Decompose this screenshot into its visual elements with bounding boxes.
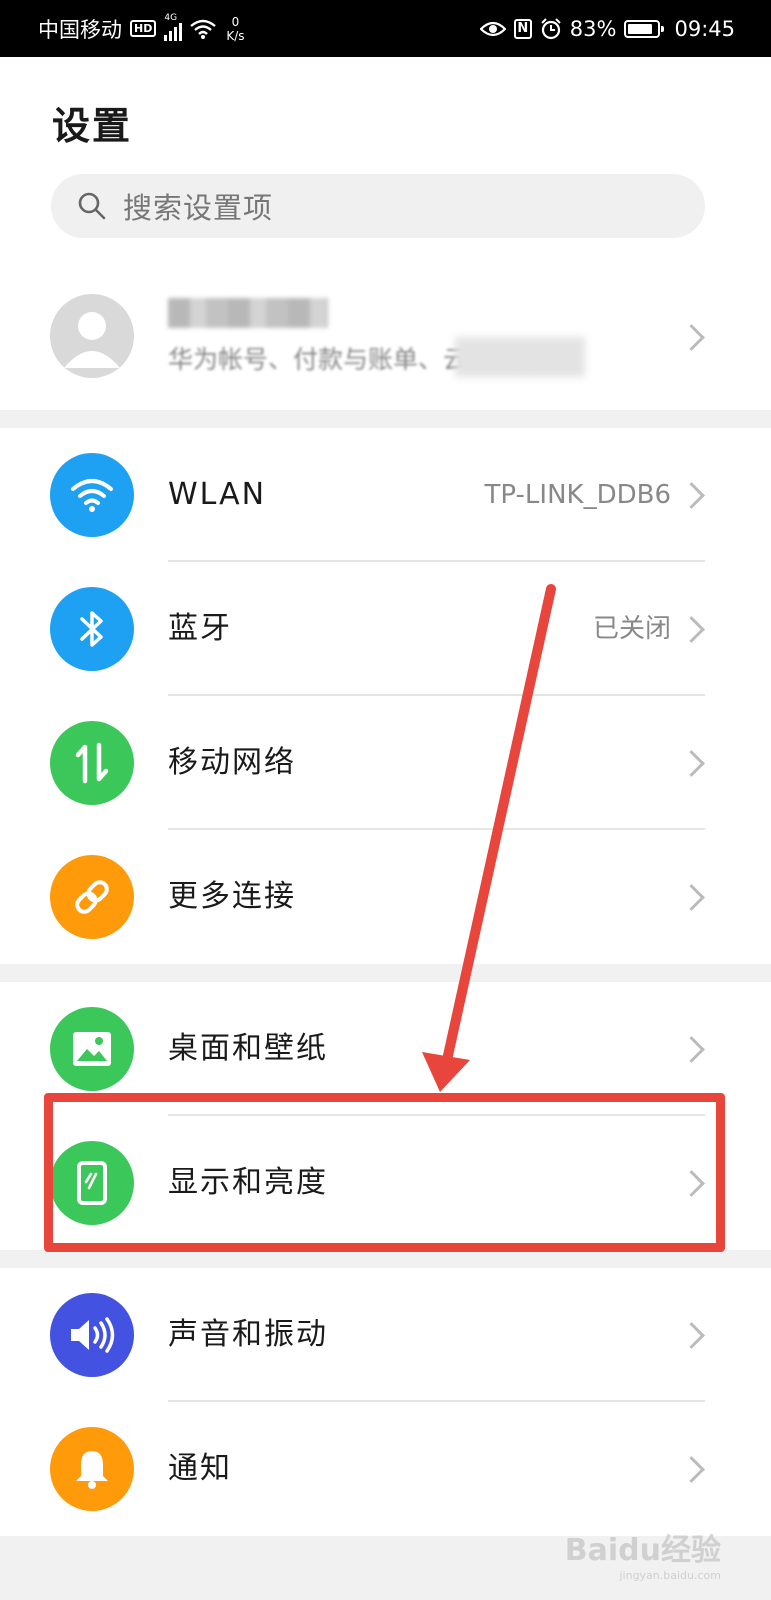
settings-item-value: TP-LINK_DDB6 <box>484 480 671 510</box>
settings-item-label: 声音和振动 <box>168 1317 328 1352</box>
user-icon <box>64 312 120 368</box>
chevron-right-icon <box>678 1456 705 1483</box>
settings-item-label: 移动网络 <box>168 745 296 780</box>
bluetooth-icon <box>50 587 134 671</box>
chevron-right-icon <box>678 750 705 777</box>
settings-group-display: 桌面和壁纸 显示和亮度 <box>0 982 771 1250</box>
battery-percent: 83% <box>569 16 617 41</box>
network-type: 4G <box>164 12 178 23</box>
settings-group-sound-notify: 声音和振动 通知 <box>0 1268 771 1536</box>
status-bar: 中国移动 HD 4G 0 K/s N 83% 09:45 <box>0 0 771 57</box>
chevron-right-icon <box>678 1322 705 1349</box>
redaction-blur <box>455 337 585 377</box>
settings-item-label: 桌面和壁纸 <box>168 1031 328 1066</box>
wifi-status-icon <box>190 19 217 39</box>
settings-item-label: WLAN <box>168 477 267 512</box>
chevron-right-icon <box>678 324 705 351</box>
settings-item-more-connections[interactable]: 更多连接 <box>0 830 771 964</box>
carrier-name: 中国移动 <box>38 17 122 42</box>
status-right: N 83% 09:45 <box>479 16 735 41</box>
settings-item-display-brightness[interactable]: 显示和亮度 <box>0 1116 771 1250</box>
net-speed: 0 K/s <box>226 15 244 43</box>
nfc-icon: N <box>513 18 532 39</box>
settings-group-connectivity: WLAN TP-LINK_DDB6 蓝牙 已关闭 移动网络 更多连接 <box>0 428 771 964</box>
chevron-right-icon <box>678 616 705 643</box>
search-input[interactable]: 搜索设置项 <box>51 174 705 238</box>
account-row[interactable]: 华为帐号、付款与账单、云空间等 <box>0 282 771 392</box>
search-icon <box>78 192 106 220</box>
chevron-right-icon <box>678 884 705 911</box>
battery-icon <box>624 19 665 38</box>
chevron-right-icon <box>678 482 705 509</box>
chevron-right-icon <box>678 1036 705 1063</box>
display-icon <box>50 1141 134 1225</box>
settings-item-label: 蓝牙 <box>168 611 232 646</box>
mobile-data-icon <box>50 721 134 805</box>
battery-fill <box>628 23 652 34</box>
watermark: Baidu经验 jingyan.baidu.com <box>565 1525 721 1582</box>
settings-item-home-wallpaper[interactable]: 桌面和壁纸 <box>0 982 771 1116</box>
hd-badge: HD <box>130 20 157 37</box>
link-icon <box>50 855 134 939</box>
wifi-icon <box>50 453 134 537</box>
watermark-logo: Baidu经验 <box>564 1533 721 1568</box>
status-left: 中国移动 HD 4G 0 K/s <box>38 13 245 44</box>
settings-item-label: 通知 <box>168 1451 232 1486</box>
settings-item-bluetooth[interactable]: 蓝牙 已关闭 <box>0 562 771 696</box>
settings-item-notifications[interactable]: 通知 <box>0 1402 771 1536</box>
account-name-redacted <box>168 298 328 328</box>
settings-item-label: 显示和亮度 <box>168 1165 328 1200</box>
clock: 09:45 <box>674 16 735 41</box>
net-speed-unit: K/s <box>226 28 245 43</box>
avatar <box>50 294 134 378</box>
settings-header: 设置 搜索设置项 华为帐号、付款与账单、云空间等 <box>0 57 771 410</box>
bell-icon <box>50 1427 134 1511</box>
settings-item-label: 更多连接 <box>168 879 296 914</box>
signal-icon: 4G <box>164 13 183 41</box>
alarm-icon <box>541 17 561 39</box>
wallpaper-icon <box>50 1007 134 1091</box>
page-title: 设置 <box>52 104 133 148</box>
eye-comfort-icon <box>479 21 506 36</box>
settings-item-value: 已关闭 <box>592 614 671 644</box>
watermark-url: jingyan.baidu.com <box>619 1569 721 1582</box>
settings-item-sound-vibration[interactable]: 声音和振动 <box>0 1268 771 1402</box>
search-placeholder: 搜索设置项 <box>123 191 274 225</box>
settings-item-wlan[interactable]: WLAN TP-LINK_DDB6 <box>0 428 771 562</box>
net-speed-value: 0 <box>231 14 240 29</box>
sound-icon <box>50 1293 134 1377</box>
chevron-right-icon <box>678 1170 705 1197</box>
settings-item-mobile-network[interactable]: 移动网络 <box>0 696 771 830</box>
